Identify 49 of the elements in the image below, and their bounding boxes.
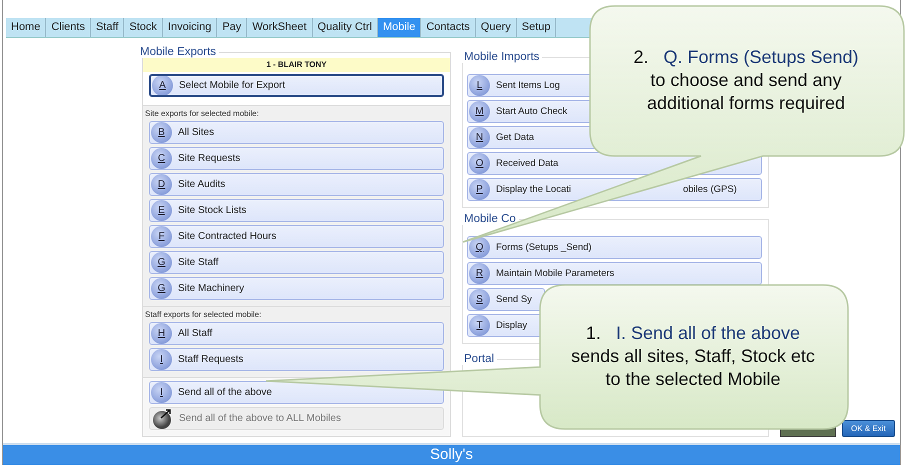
group-title: Mobile Imports bbox=[461, 51, 542, 63]
key-icon: B bbox=[151, 122, 172, 143]
key-icon: L bbox=[469, 75, 490, 96]
key-icon: S bbox=[469, 289, 490, 310]
key-icon: G bbox=[151, 252, 172, 273]
tab[interactable]: Setup bbox=[516, 18, 556, 37]
menu-button[interactable]: I Staff Requests bbox=[149, 348, 444, 371]
key-icon: O bbox=[469, 153, 490, 174]
select-mobile-button[interactable]: A Select Mobile for Export bbox=[149, 74, 444, 97]
key-icon: P bbox=[469, 179, 490, 200]
section-caption: Staff exports for selected mobile: bbox=[145, 310, 262, 319]
callout-text: to choose and send any bbox=[650, 70, 842, 90]
menu-button[interactable]: G Site Staff bbox=[149, 251, 444, 274]
ok-exit-button[interactable]: OK & Exit bbox=[842, 420, 895, 437]
key-icon: E bbox=[151, 200, 172, 221]
group-title: Mobile Co bbox=[461, 213, 519, 225]
menu-button[interactable]: S Send Sy bbox=[467, 288, 545, 311]
status-bar: Solly's bbox=[3, 443, 900, 465]
key-icon: I bbox=[151, 382, 172, 403]
key-icon: Q bbox=[469, 237, 490, 258]
menu-button[interactable]: C Site Requests bbox=[149, 147, 444, 170]
tab[interactable]: Quality Ctrl bbox=[312, 18, 378, 37]
key-icon: R bbox=[469, 263, 490, 284]
key-icon: A bbox=[152, 76, 173, 95]
key-icon: F bbox=[151, 226, 172, 247]
callout-title: 1. I. Send all of the above bbox=[586, 322, 800, 344]
key-icon: N bbox=[469, 127, 490, 148]
menu-button[interactable]: H All Staff bbox=[149, 322, 444, 345]
callout-text: to the selected Mobile bbox=[605, 368, 781, 390]
key-icon: G bbox=[151, 278, 172, 299]
menu-button[interactable]: F Site Contracted Hours bbox=[149, 225, 444, 248]
key-icon: I bbox=[151, 349, 172, 370]
callout-title: 2. Q. Forms (Setups Send) bbox=[633, 46, 859, 68]
menu-button[interactable]: G Site Machinery bbox=[149, 277, 444, 300]
key-icon: M bbox=[469, 101, 490, 122]
key-icon: D bbox=[151, 174, 172, 195]
section-caption: Site exports for selected mobile: bbox=[145, 109, 260, 118]
menu-button[interactable]: Q Forms (Setups _Send) bbox=[467, 236, 762, 259]
menu-button[interactable]: R Maintain Mobile Parameters bbox=[467, 262, 762, 285]
key-icon: C bbox=[151, 148, 172, 169]
menu-button[interactable]: D Site Audits bbox=[149, 173, 444, 196]
menu-button[interactable]: E Site Stock Lists bbox=[149, 199, 444, 222]
key-icon: H bbox=[151, 323, 172, 344]
menu-button[interactable]: B All Sites bbox=[149, 121, 444, 144]
key-icon: T bbox=[469, 315, 490, 336]
selected-mobile: 1 - BLAIR TONY bbox=[143, 58, 450, 72]
group-title: Portal bbox=[461, 353, 498, 365]
callout-text: additional forms required bbox=[646, 92, 846, 114]
callout-text: sends all sites, Staff, Stock etc bbox=[571, 346, 815, 366]
